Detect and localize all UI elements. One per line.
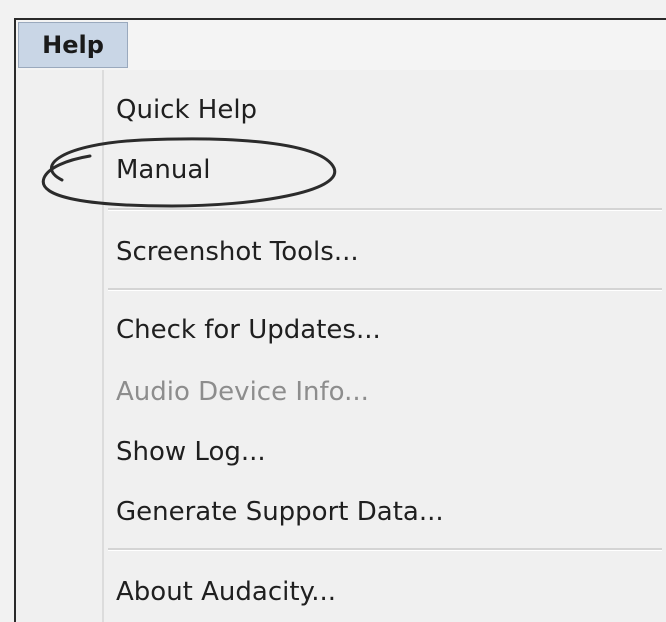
application-window: Help Quick Help Manual Screenshot Tools.…: [0, 0, 666, 622]
menu-item-audio-device-info: Audio Device Info...: [116, 377, 369, 407]
menu-separator: [108, 548, 662, 551]
menu-gutter-divider: [102, 70, 104, 622]
menu-item-screenshot-tools[interactable]: Screenshot Tools...: [116, 224, 656, 280]
menu-item-about-audacity[interactable]: About Audacity...: [116, 564, 656, 620]
menu-icon-gutter: [16, 70, 100, 622]
menu-item-show-log[interactable]: Show Log...: [116, 424, 656, 480]
menu-item-generate-support-data[interactable]: Generate Support Data...: [116, 484, 656, 540]
menu-item-quick-help[interactable]: Quick Help: [116, 82, 656, 138]
menu-item-check-for-updates[interactable]: Check for Updates...: [116, 302, 656, 358]
menu-item-manual[interactable]: Manual: [116, 142, 656, 198]
menu-separator: [108, 288, 662, 291]
menu-separator: [108, 208, 662, 211]
menu-help[interactable]: Help: [18, 22, 128, 68]
help-menu-dropdown: Quick Help Manual Screenshot Tools... Ch…: [16, 70, 666, 622]
